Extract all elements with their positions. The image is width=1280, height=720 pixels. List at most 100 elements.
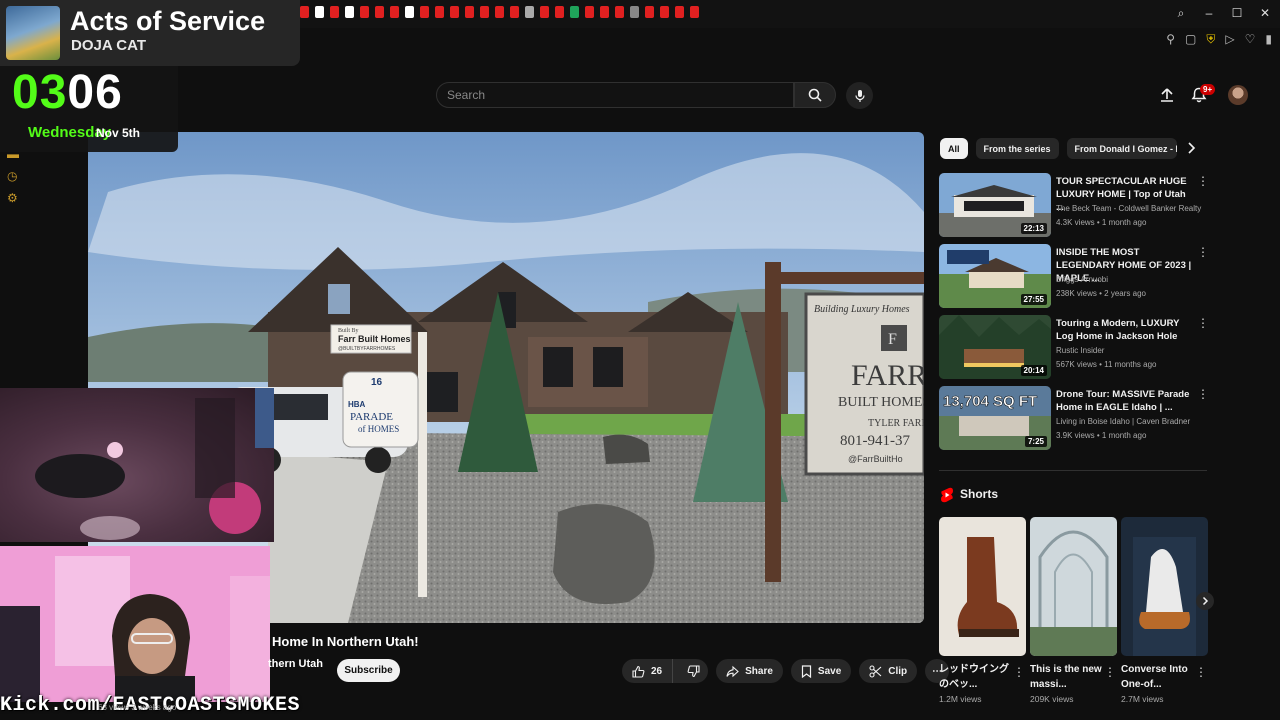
bookmark-icon[interactable]: ⚲ — [1166, 32, 1175, 47]
browser-tab[interactable] — [675, 6, 684, 18]
recommendation-channel[interactable]: The Beck Team - Coldwell Banker Realty — [1056, 204, 1201, 213]
chip-from-channel[interactable]: From Donald I Gomez - Li — [1066, 138, 1177, 159]
like-dislike-group: 26 — [622, 659, 709, 683]
video-thumbnail[interactable]: 20:14 — [939, 315, 1051, 379]
short-title[interactable]: Converse Into One-of... — [1121, 662, 1193, 692]
short-item[interactable]: This is the new massi... 209K views ⋮ — [1030, 517, 1117, 704]
board-name-text: FARR — [851, 359, 924, 392]
browser-tab[interactable] — [375, 6, 384, 18]
browser-tab[interactable] — [435, 6, 444, 18]
thumbs-up-icon — [632, 665, 645, 678]
video-thumbnail[interactable]: 27:55 — [939, 244, 1051, 308]
recommendation-title[interactable]: Drone Tour: MASSIVE Parade Home in EAGLE… — [1056, 388, 1196, 414]
more-vertical-icon[interactable]: ⋮ — [1197, 246, 1209, 258]
short-title[interactable]: レッドウイングのベッ... — [939, 662, 1011, 692]
browser-tab[interactable] — [690, 6, 699, 18]
browser-tab[interactable] — [450, 6, 459, 18]
browser-tab[interactable] — [525, 6, 534, 18]
save-button[interactable]: Save — [790, 659, 852, 683]
dislike-button[interactable] — [679, 659, 708, 683]
sign-handle-text: @BUILTBYFARRHOMES — [338, 346, 396, 352]
browser-tab[interactable] — [390, 6, 399, 18]
more-vertical-icon[interactable]: ⋮ — [1197, 388, 1209, 400]
recommendation-item[interactable]: 27:55 INSIDE THE MOST LEGENDARY HOME OF … — [939, 244, 1209, 315]
browser-tab[interactable] — [405, 6, 414, 18]
browser-tab[interactable] — [615, 6, 624, 18]
chevron-right-icon[interactable] — [1184, 141, 1198, 155]
video-thumbnail[interactable]: 22:13 — [939, 173, 1051, 237]
sidebar-icon[interactable]: ▮ — [1265, 32, 1272, 47]
browser-tab[interactable] — [630, 6, 639, 18]
settings-icon[interactable]: ⚙ — [7, 192, 19, 204]
browser-tab[interactable] — [495, 6, 504, 18]
recommendation-item[interactable]: 22:13 TOUR SPECTACULAR HUGE LUXURY HOME … — [939, 173, 1209, 244]
chip-from-series[interactable]: From the series — [975, 138, 1059, 159]
shorts-next-button[interactable] — [1196, 592, 1214, 610]
share-button[interactable]: Share — [716, 659, 783, 683]
scissors-icon — [869, 664, 882, 678]
search-tabs-icon[interactable]: ⌕ — [1174, 6, 1188, 21]
browser-tab[interactable] — [420, 6, 429, 18]
short-item[interactable]: レッドウイングのベッ... 1.2M views ⋮ — [939, 517, 1026, 704]
browser-tab[interactable] — [360, 6, 369, 18]
browser-tab[interactable] — [540, 6, 549, 18]
parade-org-text: HBA — [348, 400, 366, 409]
filter-chips: All From the series From Donald I Gomez … — [940, 138, 1177, 159]
close-icon[interactable]: ✕ — [1258, 6, 1272, 21]
recommendation-item[interactable]: 13,704 SQ FT 7:25 Drone Tour: MASSIVE Pa… — [939, 386, 1209, 457]
browser-tab[interactable] — [570, 6, 579, 18]
more-vertical-icon[interactable]: ⋮ — [1013, 665, 1025, 679]
short-views: 1.2M views — [939, 694, 982, 704]
short-title[interactable]: This is the new massi... — [1030, 662, 1102, 692]
upload-icon[interactable] — [1158, 86, 1176, 104]
short-thumbnail[interactable] — [1030, 517, 1117, 656]
browser-tab[interactable] — [585, 6, 594, 18]
like-button[interactable]: 26 — [622, 659, 674, 683]
recommendation-channel[interactable]: Rustic Insider — [1056, 346, 1104, 355]
channel-name[interactable]: thern Utah — [268, 658, 323, 670]
browser-tab[interactable] — [660, 6, 669, 18]
subscribe-button[interactable]: Subscribe — [337, 659, 400, 682]
video-thumbnail[interactable]: 13,704 SQ FT 7:25 — [939, 386, 1051, 450]
browser-tab[interactable] — [345, 6, 354, 18]
browser-tab[interactable] — [555, 6, 564, 18]
description-meta: 63 views 3 weeks ago — [98, 703, 177, 712]
shield-icon[interactable]: ⛨ — [1206, 32, 1215, 47]
clip-button[interactable]: Clip — [859, 659, 918, 683]
folder-icon[interactable]: ▬ — [7, 148, 19, 160]
more-vertical-icon[interactable]: ⋮ — [1197, 175, 1209, 187]
bookmark-save-icon — [801, 664, 812, 678]
voice-search-button[interactable] — [846, 82, 873, 109]
short-thumbnail[interactable] — [939, 517, 1026, 656]
recommendation-meta: 238K views • 2 years ago — [1056, 289, 1146, 298]
browser-tab[interactable] — [510, 6, 519, 18]
recommendation-channel[interactable]: Living in Boise Idaho | Caven Bradner — [1056, 417, 1190, 426]
duration-badge: 7:25 — [1024, 436, 1047, 447]
recommendation-item[interactable]: 20:14 Touring a Modern, LUXURY Log Home … — [939, 315, 1209, 386]
user-avatar[interactable] — [1228, 85, 1248, 105]
search-button[interactable] — [794, 82, 836, 108]
short-item[interactable]: Converse Into One-of... 2.7M views ⋮ — [1121, 517, 1208, 704]
maximize-icon[interactable]: ☐ — [1230, 6, 1244, 21]
browser-tab[interactable] — [315, 6, 324, 18]
browser-tab[interactable] — [600, 6, 609, 18]
more-vertical-icon[interactable]: ⋮ — [1195, 665, 1207, 679]
play-icon[interactable]: ▷ — [1225, 32, 1234, 47]
browser-tab[interactable] — [480, 6, 489, 18]
browser-tab[interactable] — [645, 6, 654, 18]
browser-tab[interactable] — [465, 6, 474, 18]
screenshot-icon[interactable]: ▢ — [1185, 32, 1196, 47]
chip-all[interactable]: All — [940, 138, 968, 159]
search-input[interactable]: Search — [436, 82, 794, 108]
browser-tab[interactable] — [300, 6, 309, 18]
clock-icon[interactable]: ◷ — [7, 170, 19, 182]
more-vertical-icon[interactable]: ⋮ — [1104, 665, 1116, 679]
recommendation-channel[interactable]: Briggs Arnuobi — [1056, 275, 1108, 284]
like-count: 26 — [651, 665, 663, 677]
browser-tab[interactable] — [330, 6, 339, 18]
short-thumbnail[interactable] — [1121, 517, 1208, 656]
minimize-icon[interactable]: – — [1202, 6, 1216, 21]
recommendation-title[interactable]: Touring a Modern, LUXURY Log Home in Jac… — [1056, 317, 1196, 343]
heart-icon[interactable]: ♡ — [1245, 32, 1256, 47]
more-vertical-icon[interactable]: ⋮ — [1197, 317, 1209, 329]
